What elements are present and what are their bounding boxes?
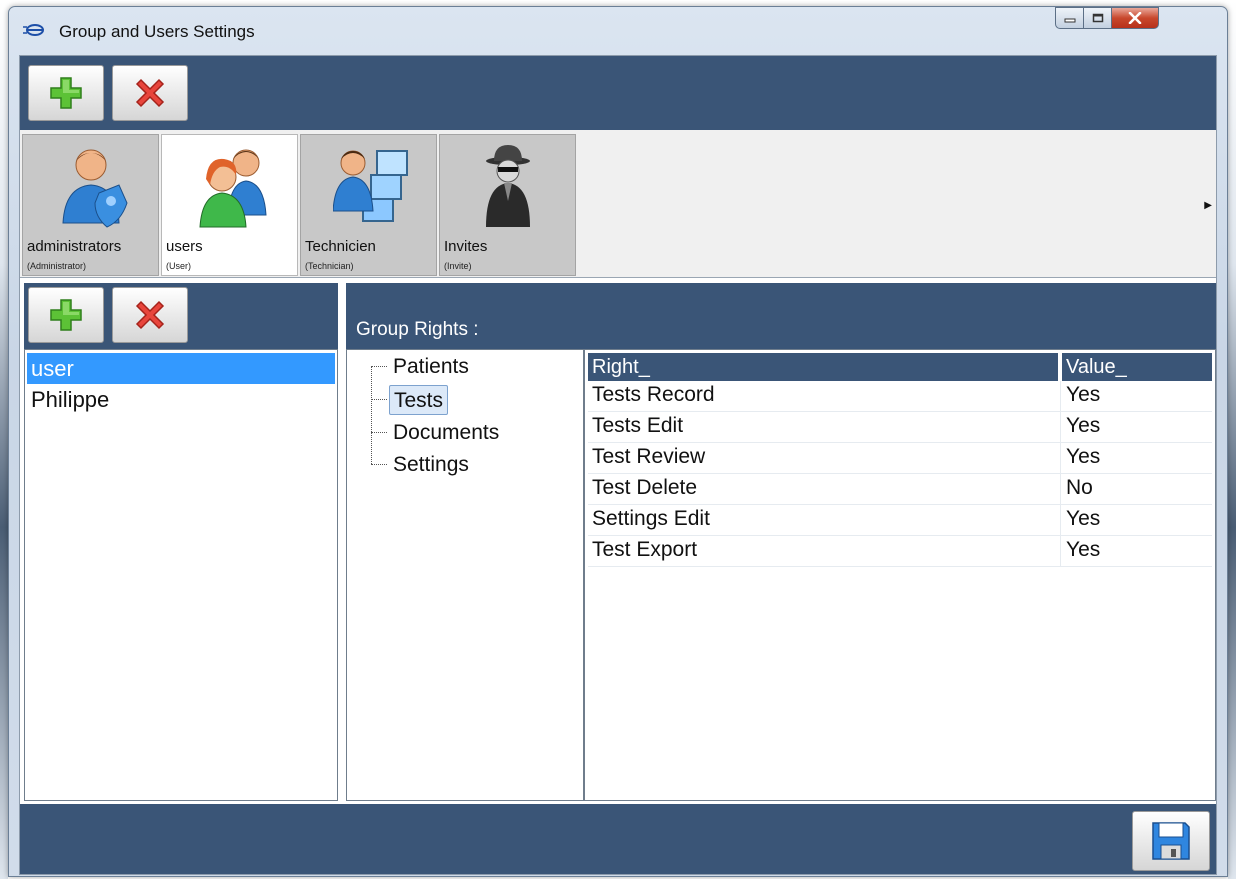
users-toolbar <box>24 283 338 349</box>
group-role: (Invite) <box>444 261 472 271</box>
minimize-icon <box>1064 18 1075 23</box>
desktop-background-right <box>1228 0 1236 879</box>
plus-icon <box>50 299 82 331</box>
tree-item-documents[interactable]: Documents <box>389 418 503 448</box>
user-name: user <box>31 356 74 381</box>
value-cell[interactable]: Yes <box>1066 383 1100 407</box>
table-row[interactable]: Test Delete No <box>588 474 1212 505</box>
technician-computers-icon <box>333 150 408 222</box>
add-user-button[interactable] <box>28 287 104 343</box>
right-cell: Test Export <box>592 538 698 561</box>
title-bar[interactable]: Group and Users Settings <box>9 7 1227 55</box>
right-cell: Test Review <box>592 445 706 468</box>
close-button[interactable] <box>1111 7 1159 29</box>
group-tab-strip: administrators (Administrator) users (Us… <box>20 130 1216 278</box>
tree-connector-line <box>371 366 372 464</box>
table-row[interactable]: Tests Edit Yes <box>588 412 1212 443</box>
group-role: (Technician) <box>305 261 354 271</box>
cell-divider <box>1060 443 1061 474</box>
rights-header: Group Rights : <box>346 283 1216 349</box>
right-cell: Tests Edit <box>592 414 684 437</box>
minimize-button[interactable] <box>1055 7 1083 29</box>
rights-category-tree: Patients Tests Documents Settings <box>346 349 584 801</box>
delete-x-icon <box>135 78 165 108</box>
list-item[interactable]: Philippe <box>27 384 335 415</box>
users-icon <box>199 149 267 228</box>
guest-spy-icon <box>486 145 530 227</box>
cell-divider <box>1060 505 1061 536</box>
maximize-icon <box>1092 13 1103 23</box>
group-tab-users[interactable]: users (User) <box>161 134 298 276</box>
table-row[interactable]: Test Review Yes <box>588 443 1212 474</box>
bottom-bar <box>20 804 1216 874</box>
tree-item-settings[interactable]: Settings <box>389 450 473 480</box>
value-cell[interactable]: No <box>1066 476 1093 500</box>
group-name: administrators <box>27 238 122 255</box>
group-tab-invites[interactable]: Invites (Invite) <box>439 134 576 276</box>
users-panel: user Philippe <box>24 283 338 801</box>
group-users-settings-window: Group and Users Settings administrators … <box>8 6 1228 877</box>
table-row[interactable]: Tests Record Yes <box>588 381 1212 412</box>
add-group-button[interactable] <box>28 65 104 121</box>
table-row[interactable]: Settings Edit Yes <box>588 505 1212 536</box>
group-tab-technicien[interactable]: Technicien (Technician) <box>300 134 437 276</box>
list-item[interactable]: user <box>27 353 335 384</box>
floppy-save-icon <box>1152 822 1190 860</box>
users-list[interactable]: user Philippe <box>24 349 338 801</box>
group-role: (User) <box>166 261 191 271</box>
rights-grid: Right_ Value_ Tests Record Yes Tests Edi… <box>584 349 1216 801</box>
maximize-button[interactable] <box>1083 7 1111 29</box>
group-rights-panel: Group Rights : Patients Tests Documents … <box>346 283 1216 801</box>
plus-icon <box>50 77 82 109</box>
cell-divider <box>1060 412 1061 443</box>
right-cell: Settings Edit <box>592 507 710 530</box>
rights-title: Group Rights : <box>356 319 479 340</box>
cell-divider <box>1060 381 1061 412</box>
right-cell: Tests Record <box>592 383 715 406</box>
tree-item-tests[interactable]: Tests <box>389 385 449 415</box>
group-name: Invites <box>444 238 488 255</box>
user-name: Philippe <box>31 387 110 412</box>
group-role: (Administrator) <box>27 261 87 271</box>
column-header-value[interactable]: Value_ <box>1062 353 1212 381</box>
value-cell[interactable]: Yes <box>1066 445 1100 469</box>
scroll-right-arrow-icon[interactable]: ▶ <box>1204 200 1212 211</box>
tree-branch <box>371 399 387 400</box>
table-row[interactable]: Test Export Yes <box>588 536 1212 567</box>
delete-group-button[interactable] <box>112 65 188 121</box>
cell-divider <box>1060 536 1061 567</box>
value-cell[interactable]: Yes <box>1066 538 1100 562</box>
tree-branch <box>371 366 387 367</box>
value-cell[interactable]: Yes <box>1066 507 1100 531</box>
right-cell: Test Delete <box>592 476 698 499</box>
delete-x-icon <box>135 300 165 330</box>
delete-user-button[interactable] <box>112 287 188 343</box>
group-name: users <box>166 238 203 255</box>
app-logo-icon <box>23 24 44 36</box>
column-header-right[interactable]: Right_ <box>588 353 1058 381</box>
value-cell[interactable]: Yes <box>1066 414 1100 438</box>
save-button[interactable] <box>1132 811 1210 871</box>
tree-item-patients[interactable]: Patients <box>389 352 473 382</box>
grid-header: Right_ Value_ <box>588 353 1212 381</box>
tree-branch <box>371 464 387 465</box>
group-name: Technicien <box>305 238 376 255</box>
group-tab-administrators[interactable]: administrators (Administrator) <box>22 134 159 276</box>
admin-user-icon <box>62 149 128 228</box>
close-icon <box>1128 12 1142 24</box>
cell-divider <box>1060 474 1061 505</box>
desktop-background-left <box>0 0 8 879</box>
tree-branch <box>371 432 387 433</box>
group-toolbar <box>20 56 1216 130</box>
window-title: Group and Users Settings <box>59 22 255 41</box>
client-area: administrators (Administrator) users (Us… <box>19 55 1217 875</box>
